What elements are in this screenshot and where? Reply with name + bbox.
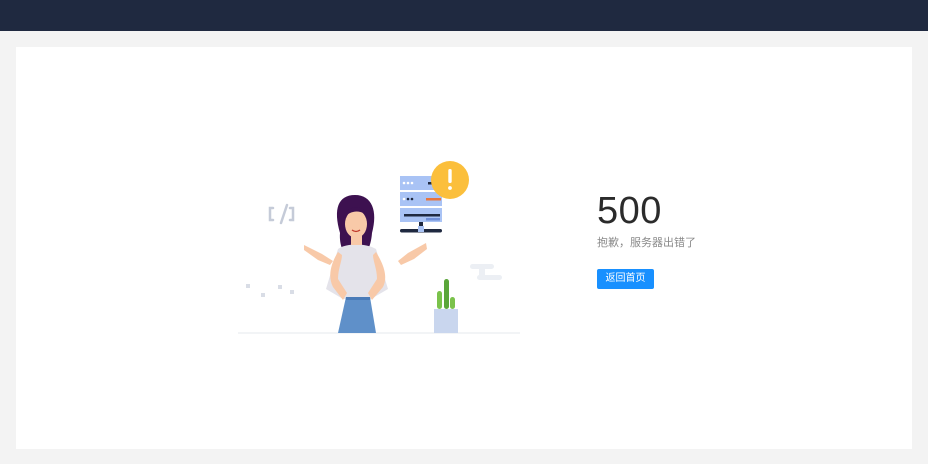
decor-lines <box>470 264 502 280</box>
code-tag-icon <box>268 203 295 225</box>
back-home-button[interactable]: 返回首页 <box>597 269 654 289</box>
top-navigation-bar <box>0 0 928 31</box>
warning-icon <box>431 161 469 199</box>
error-message: 抱歉，服务器出错了 <box>597 237 696 249</box>
error-code: 500 <box>597 190 662 232</box>
error-info: 500 抱歉，服务器出错了 返回首页 <box>597 190 696 289</box>
content-card: 500 抱歉，服务器出错了 返回首页 <box>16 47 912 449</box>
cactus-icon <box>434 279 458 333</box>
decor-dots <box>246 284 294 297</box>
error-illustration <box>238 161 520 334</box>
